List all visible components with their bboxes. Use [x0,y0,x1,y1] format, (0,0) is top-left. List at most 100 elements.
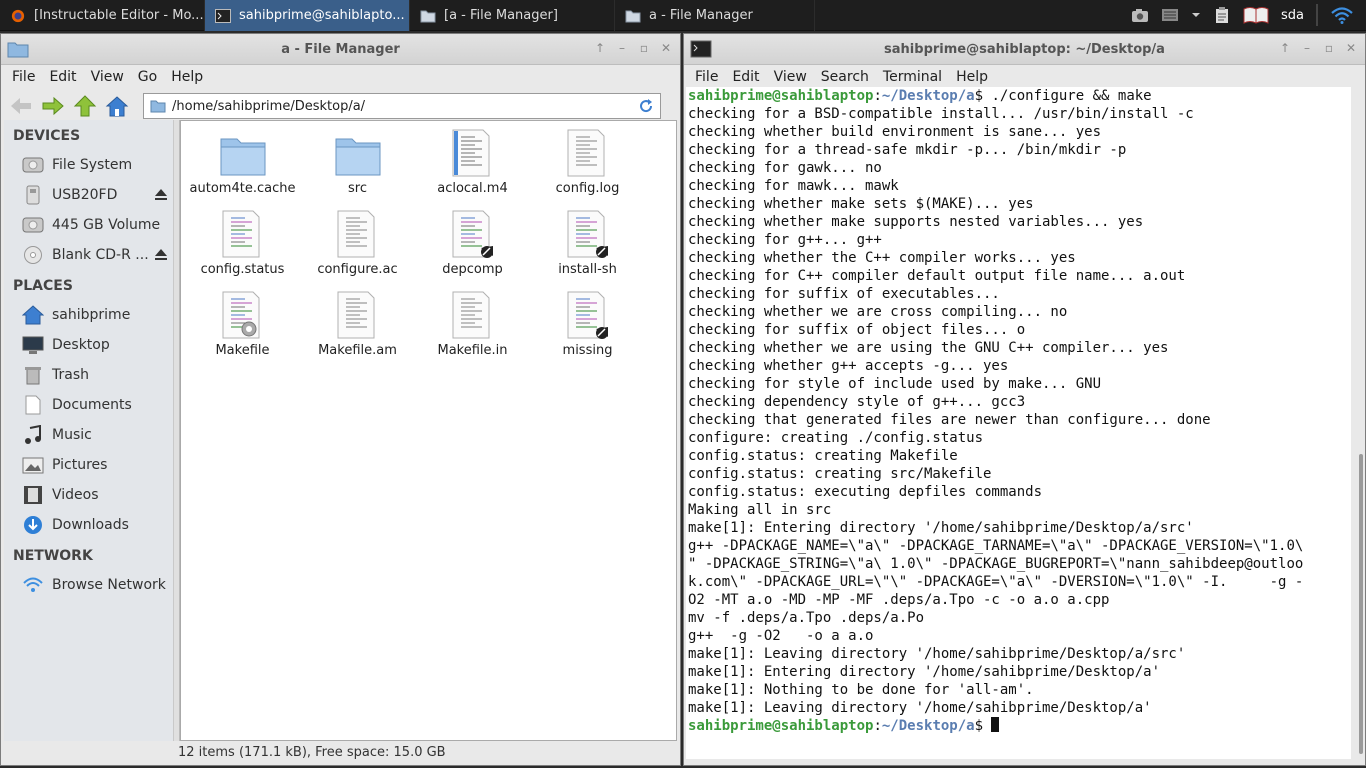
close-button[interactable]: ✕ [1345,42,1357,54]
terminal-line: O2 -MT a.o -MD -MP -MF .deps/a.Tpo -c -o… [688,592,1110,608]
eject-icon[interactable] [155,189,167,200]
prompt-path: ~/Desktop/a [881,718,975,734]
file-item[interactable]: autom4te.cache [185,129,300,210]
menu-item-view[interactable]: View [84,69,131,85]
refresh-icon[interactable] [638,98,654,114]
file-name: install-sh [558,262,617,277]
sidebar: DEVICES File System USB20FD 445 GB Volume B… [4,120,174,741]
prompt-end: $ [974,88,992,104]
sidebar-item-pictures[interactable]: Pictures [4,450,173,480]
terminal-titlebar[interactable]: sahibprime@sahiblaptop: ~/Desktop/a ↑ – … [684,34,1365,65]
sidebar-item-browse-network[interactable]: Browse Network [4,570,173,600]
menu-item-file[interactable]: File [5,69,42,85]
menu-item-edit[interactable]: Edit [42,69,83,85]
file-item[interactable]: Makefile.in [415,291,530,372]
wifi-icon[interactable] [1330,6,1354,24]
location-path[interactable]: /home/sahibprime/Desktop/a/ [172,99,632,114]
sidebar-item-documents[interactable]: Documents [4,390,173,420]
file-item[interactable]: src [300,129,415,210]
menu-item-go[interactable]: Go [131,69,164,85]
terminal-line: checking for mawk... mawk [688,178,899,194]
sidebar-item-videos[interactable]: Videos [4,480,173,510]
sidebar-item-desktop[interactable]: Desktop [4,330,173,360]
minimize-button[interactable]: – [1301,42,1313,54]
terminal-output[interactable]: sahibprime@sahiblaptop:~/Desktop/a$ ./co… [686,87,1351,759]
sidebar-item-label: Videos [52,487,99,503]
maximize-button[interactable]: ▫ [638,42,650,54]
file-item[interactable]: install-sh [530,210,645,291]
videos-icon [24,486,42,504]
folder-icon [420,10,436,22]
menu-item-view[interactable]: View [767,69,814,85]
terminal-line: make[1]: Nothing to be done for 'all-am'… [688,682,1034,698]
eject-icon[interactable] [155,249,167,260]
location-bar[interactable]: /home/sahibprime/Desktop/a/ [143,93,661,119]
camera-icon[interactable] [1131,7,1149,23]
file-name: autom4te.cache [189,181,296,196]
menu-item-terminal[interactable]: Terminal [876,69,949,85]
terminal-line: checking for suffix of executables... [688,286,1000,302]
sidebar-item-445-gb-volume[interactable]: 445 GB Volume [4,210,173,240]
terminal-line: make[1]: Leaving directory '/home/sahibp… [688,646,1186,662]
file-item[interactable]: depcomp [415,210,530,291]
task-label: sahibprime@sahiblapto... [239,8,405,23]
task-button[interactable]: sahibprime@sahiblapto... [205,0,410,31]
home-icon[interactable] [105,95,129,117]
keyboard-layout-icon[interactable] [1161,7,1179,23]
status-text: 12 items (171.1 kB), Free space: 15.0 GB [178,744,446,760]
file-icon-view[interactable]: autom4te.cache src aclocal.m4 config.log con… [180,120,677,741]
back-icon[interactable] [9,95,33,117]
terminal-line: checking whether make supports nested va… [688,214,1144,230]
sidebar-item-label: sahibprime [52,307,131,323]
file-name: Makefile.am [318,343,397,358]
file-manager-window: a - File Manager ↑ – ▫ ✕ File Edit View Go H… [0,33,681,766]
file-item[interactable]: aclocal.m4 [415,129,530,210]
sidebar-item-sahibprime[interactable]: sahibprime [4,300,173,330]
sidebar-item-downloads[interactable]: Downloads [4,510,173,540]
terminal-line: checking for C++ compiler default output… [688,268,1186,284]
clipboard-icon[interactable] [1213,7,1231,23]
up-icon[interactable] [73,95,97,117]
chevron-down-icon[interactable] [1191,11,1201,19]
file-manager-titlebar[interactable]: a - File Manager ↑ – ▫ ✕ [1,34,680,65]
book-icon[interactable] [1243,6,1269,24]
close-button[interactable]: ✕ [660,42,672,54]
prompt-separator: : [873,718,882,734]
terminal-line: config.status: creating Makefile [688,448,958,464]
sidebar-item-label: Downloads [52,517,129,533]
sidebar-item-trash[interactable]: Trash [4,360,173,390]
sidebar-item-music[interactable]: Music [4,420,173,450]
sidebar-item-blank-cd-r[interactable]: Blank CD-R ... [4,240,173,270]
shade-button[interactable]: ↑ [594,42,606,54]
sidebar-item-file-system[interactable]: File System [4,150,173,180]
task-button[interactable]: [Instructable Editor - Mo... [0,0,205,31]
terminal-line: checking whether we are cross compiling.… [688,304,1068,320]
file-item[interactable]: configure.ac [300,210,415,291]
menu-item-help[interactable]: Help [164,69,210,85]
terminal-line: g++ -DPACKAGE_NAME=\"a\" -DPACKAGE_TARNA… [688,538,1304,554]
terminal-icon [215,8,231,23]
sidebar-item-usb20fd[interactable]: USB20FD [4,180,173,210]
file-item[interactable]: Makefile [185,291,300,372]
file-item[interactable]: config.status [185,210,300,291]
task-button[interactable]: a - File Manager [615,0,815,31]
menu-item-edit[interactable]: Edit [725,69,766,85]
menu-item-search[interactable]: Search [814,69,876,85]
menu-item-help[interactable]: Help [949,69,995,85]
terminal-line: checking whether make sets $(MAKE)... ye… [688,196,1034,212]
task-button[interactable]: [a - File Manager] [410,0,615,31]
menu-item-file[interactable]: File [688,69,725,85]
terminal-scrollbar-thumb[interactable] [1359,454,1363,754]
file-item[interactable]: config.log [530,129,645,210]
sidebar-item-label: Trash [52,367,89,383]
minimize-button[interactable]: – [616,42,628,54]
shade-button[interactable]: ↑ [1279,42,1291,54]
forward-icon[interactable] [41,95,65,117]
maximize-button[interactable]: ▫ [1323,42,1335,54]
file-item[interactable]: Makefile.am [300,291,415,372]
terminal-menubar: File Edit View Search Terminal Help [684,65,1365,89]
terminal-line: config.status: creating src/Makefile [688,466,992,482]
file-item[interactable]: missing [530,291,645,372]
status-bar: 12 items (171.1 kB), Free space: 15.0 GB [4,741,677,763]
tray-device-label[interactable]: sda [1281,8,1304,23]
